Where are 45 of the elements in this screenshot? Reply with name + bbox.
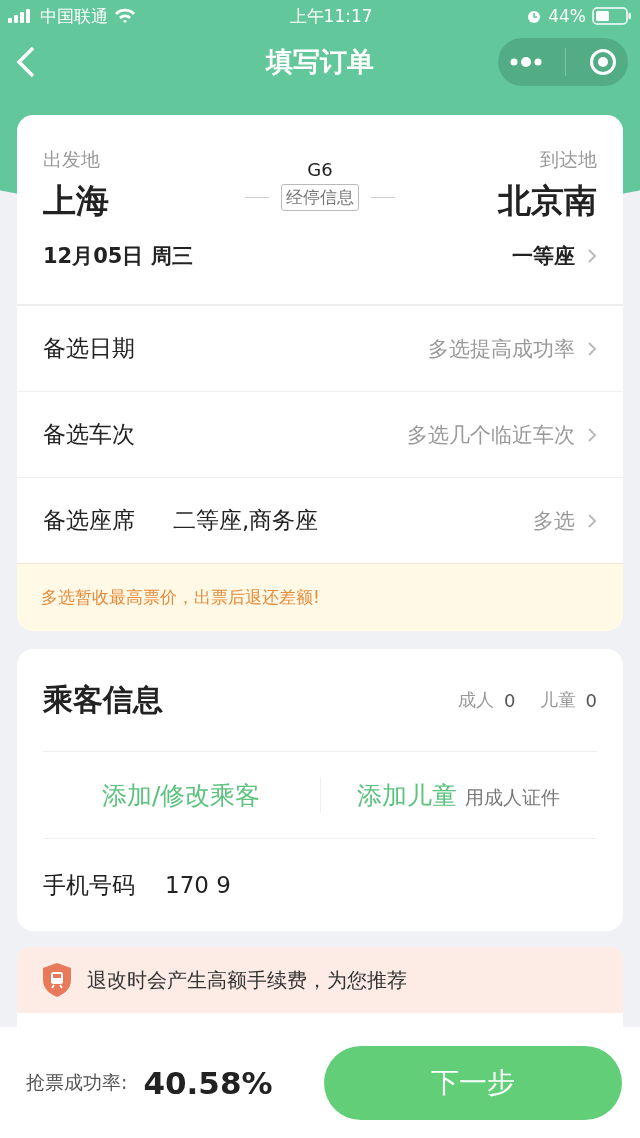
shield-train-icon — [41, 962, 73, 998]
status-time: 上午11:17 — [289, 4, 373, 28]
travel-date: 12月05日 周三 — [43, 243, 193, 270]
rate-label: 抢票成功率: — [26, 1069, 128, 1095]
option-value: 二等座,商务座 — [173, 506, 319, 535]
option-hint[interactable]: 多选 — [533, 506, 575, 535]
battery-percent: 44% — [548, 6, 586, 26]
success-rate: 40.58% — [143, 1064, 273, 1101]
add-passenger-link[interactable]: 添加/修改乘客 — [43, 778, 320, 812]
chevron-icon — [587, 340, 597, 357]
option-label: 备选车次 — [43, 420, 135, 449]
chevron-icon — [587, 248, 597, 264]
arrival-label: 到达地 — [540, 147, 597, 172]
notice-text: 多选暂收最高票价，出票后退还差额! — [41, 587, 320, 607]
more-icon[interactable] — [509, 57, 544, 67]
section-title: 乘客信息 — [43, 680, 163, 719]
child-label: 儿童 — [539, 688, 576, 712]
adult-label: 成人 — [458, 688, 495, 712]
option-label: 备选座席 — [43, 506, 135, 535]
alarm-icon — [526, 8, 543, 24]
close-icon[interactable] — [588, 48, 617, 76]
add-child-link[interactable]: 添加儿童 — [357, 778, 458, 812]
battery-icon — [592, 7, 632, 25]
back-icon[interactable] — [16, 46, 36, 78]
page-title: 填写订单 — [266, 45, 374, 79]
carrier-name: 中国联通 — [40, 4, 108, 28]
wifi-icon — [114, 8, 136, 24]
option-hint[interactable]: 多选提高成功率 — [428, 334, 575, 363]
departure-city: 上海 — [43, 180, 110, 222]
chevron-icon — [587, 512, 597, 529]
warning-text: 退改时会产生高额手续费，为您推荐 — [87, 966, 407, 994]
adult-count: 0 — [504, 689, 516, 711]
option-hint[interactable]: 多选几个临近车次 — [407, 420, 575, 449]
train-number: G6 — [307, 159, 333, 180]
stops-button[interactable]: 经停信息 — [281, 184, 359, 211]
arrival-city: 北京南 — [498, 180, 597, 222]
seat-class[interactable]: 一等座 — [512, 242, 575, 270]
child-count: 0 — [585, 689, 597, 711]
next-button[interactable]: 下一步 — [324, 1045, 622, 1120]
option-label: 备选日期 — [43, 334, 135, 363]
departure-label: 出发地 — [43, 147, 101, 172]
phone-label: 手机号码 — [43, 870, 135, 900]
add-child-note: 用成人证件 — [465, 784, 561, 810]
phone-number: 170 9 — [165, 872, 231, 898]
chevron-icon — [587, 426, 597, 443]
